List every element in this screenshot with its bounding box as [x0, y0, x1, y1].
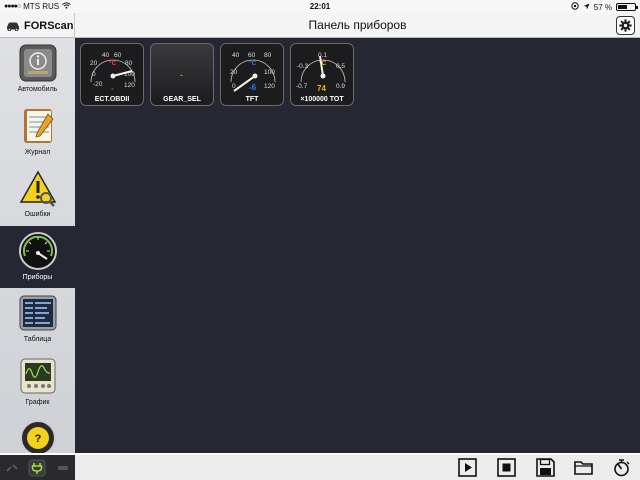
sidebar-item-errors[interactable]: Ошибки	[0, 163, 75, 226]
gauge-tick-label: 60	[114, 52, 122, 59]
page-title: Панель приборов	[308, 18, 407, 32]
gauge-tick-label: -0.3	[297, 63, 309, 70]
gauge-tick-label: 20	[90, 60, 98, 67]
nav-bar: FORScan Панель приборов	[0, 13, 640, 38]
clear-icon	[614, 459, 630, 477]
sidebar-item-label: Автомобиль	[17, 86, 58, 93]
gauge-tick-label: 100	[264, 69, 275, 76]
sidebar-item-label: Приборы	[22, 273, 53, 281]
gauge-tick-label: 80	[264, 52, 272, 59]
sidebar-item-label: График	[25, 398, 50, 406]
clear-button[interactable]	[612, 458, 631, 477]
gauge-label: TFT	[245, 96, 259, 103]
gauge-tot[interactable]: -0.7 -0.3 0.1 0.5 0.9 °C 74 ×100000 TOT	[290, 43, 354, 106]
gauge-value: 74	[317, 84, 326, 93]
gauge-tick-label: 0.5	[336, 63, 345, 70]
connect-plug-icon[interactable]	[28, 459, 46, 477]
gauge-label: ECT.OBDII	[94, 96, 130, 103]
stop-icon	[497, 458, 516, 477]
sidebar: Автомобиль Журнал Ошибки Приборы Таблица…	[0, 38, 75, 453]
gauge-unit: °C	[109, 59, 117, 67]
gauge-value: -	[111, 84, 114, 93]
gauges-panel: -20 0 20 40 60 80 100 120 °C - ECT.OBDII…	[75, 38, 640, 453]
location-icon	[583, 3, 590, 12]
gauge-tick-label: -0.7	[296, 83, 308, 90]
gauge-value: -6	[249, 83, 257, 92]
gauge-tick-label: 120	[264, 83, 275, 90]
graph-icon	[20, 358, 55, 393]
gauge-value: -	[180, 70, 183, 80]
gauge-unit: °C	[249, 59, 257, 67]
gauge-tick-label: 60	[248, 52, 256, 59]
brand[interactable]: FORScan	[0, 13, 75, 38]
gauge-gear-sel[interactable]: - GEAR_SEL	[150, 43, 214, 106]
gear-icon	[619, 19, 632, 32]
gauge-tick-label: 40	[102, 52, 110, 59]
steering-wheel-icon: ?	[19, 420, 56, 453]
play-button[interactable]	[458, 458, 477, 477]
sidebar-item-label: Журнал	[24, 148, 51, 156]
vehicle-small-icon[interactable]	[56, 463, 70, 473]
gauge-tick-label: 120	[124, 82, 135, 89]
gauge-ect-obdii[interactable]: -20 0 20 40 60 80 100 120 °C - ECT.OBDII	[80, 43, 144, 106]
journal-icon	[23, 108, 54, 143]
bottom-toolbar	[0, 453, 640, 480]
play-icon	[458, 458, 477, 477]
gauge-tick-label: 0	[92, 71, 96, 78]
gauge-icon	[18, 231, 57, 270]
table-icon	[19, 295, 56, 331]
brand-name: FORScan	[24, 19, 74, 32]
gauge-label: ×100000 TOT	[300, 96, 344, 103]
clock: 22:01	[309, 2, 331, 11]
warning-icon	[19, 170, 56, 207]
sidebar-item-label: Таблица	[23, 336, 52, 343]
gauge-tick-label: 40	[232, 52, 240, 59]
gauge-tick-label: 80	[125, 60, 133, 67]
status-bar: ●●●●○ MTS RUS 22:01 57 %	[0, 0, 640, 13]
sidebar-item-label: Ошибки	[24, 211, 51, 218]
sidebar-item-table[interactable]: Таблица	[0, 288, 75, 351]
gauge-tick-label: 0.9	[336, 83, 345, 90]
connection-area	[0, 455, 75, 480]
lock-rotation-icon	[571, 2, 579, 12]
car-info-icon	[19, 44, 56, 82]
save-icon	[536, 458, 555, 477]
save-button[interactable]	[536, 458, 555, 477]
battery-icon	[616, 3, 638, 11]
stop-button[interactable]	[497, 458, 516, 477]
car-logo-icon	[7, 22, 19, 31]
sidebar-item-journal[interactable]: Журнал	[0, 101, 75, 164]
gauge-tick-label: -20	[93, 81, 103, 88]
sidebar-item-gauges[interactable]: Приборы	[0, 225, 75, 288]
battery-percent: 57 %	[593, 2, 612, 12]
sidebar-item-graph[interactable]: График	[0, 351, 75, 414]
sidebar-item-wheel[interactable]: ?	[0, 413, 75, 453]
gauge-label: GEAR_SEL	[163, 96, 201, 103]
open-button[interactable]	[574, 458, 593, 477]
disconnect-icon[interactable]	[5, 463, 19, 473]
sidebar-item-vehicle[interactable]: Автомобиль	[0, 38, 75, 101]
gauge-tft[interactable]: 0 20 40 60 80 100 120 °C -6 TFT	[220, 43, 284, 106]
settings-button[interactable]	[616, 16, 635, 35]
gauge-tick-label: 20	[230, 69, 238, 76]
folder-icon	[574, 461, 593, 475]
svg-text:?: ?	[34, 433, 41, 445]
